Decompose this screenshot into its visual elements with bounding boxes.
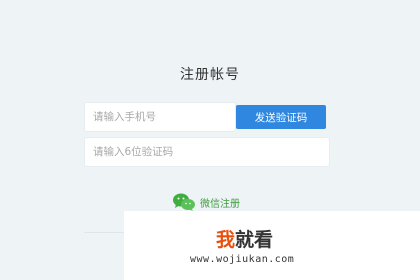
phone-input[interactable] [85,103,235,131]
code-input[interactable] [85,138,329,166]
wechat-register-label: 微信注册 [200,198,240,210]
watermark-logo-accent: 我 [216,229,236,251]
wechat-icon [173,193,195,211]
phone-field[interactable] [84,102,236,132]
code-field[interactable] [84,137,330,167]
wechat-register-link[interactable]: 微信注册 [172,192,240,212]
watermark: 我就看 www.wojiukan.com [124,211,420,280]
watermark-url: www.wojiukan.com [190,254,295,265]
watermark-logo: 我就看 [216,229,273,251]
send-code-button[interactable]: 发送验证码 [236,105,326,129]
page-title: 注册帐号 [180,67,240,83]
watermark-logo-text: 就看 [235,229,274,251]
